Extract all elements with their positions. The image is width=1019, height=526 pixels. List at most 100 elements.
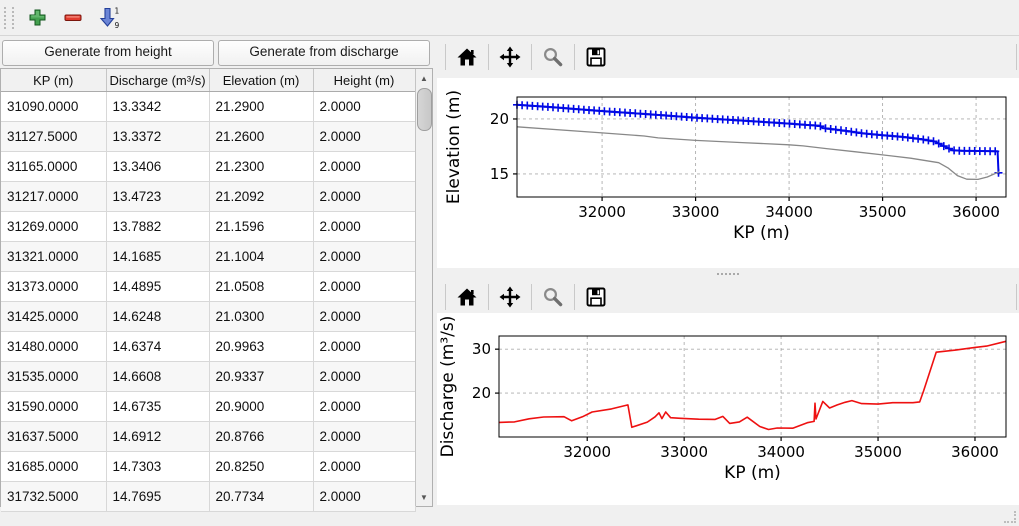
cell-1[interactable]: 13.4723 <box>106 182 209 212</box>
cell-0[interactable]: 31732.5000 <box>1 482 106 512</box>
table-row[interactable]: 31217.000013.472321.20922.0000 <box>1 182 415 212</box>
panel-splitter[interactable] <box>437 268 1019 280</box>
table-header-row: KP (m)Discharge (m³/s)Elevation (m)Heigh… <box>1 69 415 92</box>
sort-badge-1: 1 <box>115 6 120 15</box>
table-row[interactable]: 31590.000014.673520.90002.0000 <box>1 392 415 422</box>
cell-0[interactable]: 31685.0000 <box>1 452 106 482</box>
cell-3[interactable]: 2.0000 <box>313 302 415 332</box>
zoom-button[interactable] <box>540 284 566 310</box>
cell-2[interactable]: 21.1596 <box>209 212 313 242</box>
table-row[interactable]: 31685.000014.730320.82502.0000 <box>1 452 415 482</box>
table-scrollbar[interactable]: ▲ ▼ <box>415 69 432 506</box>
cell-3[interactable]: 2.0000 <box>313 452 415 482</box>
cell-0[interactable]: 31165.0000 <box>1 152 106 182</box>
toolbar-drag-handle[interactable] <box>4 7 14 29</box>
cell-2[interactable]: 20.9000 <box>209 392 313 422</box>
cell-3[interactable]: 2.0000 <box>313 182 415 212</box>
column-header-2[interactable]: Elevation (m) <box>209 69 313 92</box>
pan-button[interactable] <box>497 44 523 70</box>
pan-button[interactable] <box>497 284 523 310</box>
scroll-up-arrow-icon[interactable]: ▲ <box>416 69 432 87</box>
cell-2[interactable]: 21.1004 <box>209 242 313 272</box>
cell-2[interactable]: 21.0300 <box>209 302 313 332</box>
table-row[interactable]: 31165.000013.340621.23002.0000 <box>1 152 415 182</box>
scrollbar-thumb[interactable] <box>417 88 432 131</box>
column-header-1[interactable]: Discharge (m³/s) <box>106 69 209 92</box>
cell-0[interactable]: 31373.0000 <box>1 272 106 302</box>
cell-1[interactable]: 14.6248 <box>106 302 209 332</box>
cell-3[interactable]: 2.0000 <box>313 332 415 362</box>
scroll-down-arrow-icon[interactable]: ▼ <box>416 488 432 506</box>
cell-0[interactable]: 31480.0000 <box>1 332 106 362</box>
cell-1[interactable]: 14.6735 <box>106 392 209 422</box>
save-button[interactable] <box>583 44 609 70</box>
cell-3[interactable]: 2.0000 <box>313 422 415 452</box>
cell-2[interactable]: 21.2300 <box>209 152 313 182</box>
cell-1[interactable]: 13.3406 <box>106 152 209 182</box>
save-button[interactable] <box>583 284 609 310</box>
table-row[interactable]: 31321.000014.168521.10042.0000 <box>1 242 415 272</box>
generate-from-height-button[interactable]: Generate from height <box>2 40 214 66</box>
cell-1[interactable]: 14.7303 <box>106 452 209 482</box>
save-icon <box>585 286 607 308</box>
cell-0[interactable]: 31590.0000 <box>1 392 106 422</box>
app-toolbar: 1 9 <box>0 0 1019 36</box>
table-row[interactable]: 31480.000014.637420.99632.0000 <box>1 332 415 362</box>
cell-1[interactable]: 14.4895 <box>106 272 209 302</box>
table-row[interactable]: 31090.000013.334221.29002.0000 <box>1 92 415 122</box>
cell-1[interactable]: 14.6912 <box>106 422 209 452</box>
column-header-0[interactable]: KP (m) <box>1 69 106 92</box>
cell-2[interactable]: 20.8250 <box>209 452 313 482</box>
cell-3[interactable]: 2.0000 <box>313 92 415 122</box>
cell-1[interactable]: 14.6608 <box>106 362 209 392</box>
cell-3[interactable]: 2.0000 <box>313 482 415 512</box>
cell-3[interactable]: 2.0000 <box>313 272 415 302</box>
add-row-button[interactable] <box>22 4 52 32</box>
cell-1[interactable]: 13.3342 <box>106 92 209 122</box>
table-row[interactable]: 31732.500014.769520.77342.0000 <box>1 482 415 512</box>
home-button[interactable] <box>454 284 480 310</box>
column-header-3[interactable]: Height (m) <box>313 69 415 92</box>
cell-3[interactable]: 2.0000 <box>313 242 415 272</box>
cell-2[interactable]: 20.7734 <box>209 482 313 512</box>
cell-0[interactable]: 31321.0000 <box>1 242 106 272</box>
zoom-button[interactable] <box>540 44 566 70</box>
elevation-plot-canvas[interactable]: 32000330003400035000360001520KP (m)Eleva… <box>437 78 1019 268</box>
home-button[interactable] <box>454 44 480 70</box>
cell-3[interactable]: 2.0000 <box>313 122 415 152</box>
cell-3[interactable]: 2.0000 <box>313 212 415 242</box>
cell-2[interactable]: 20.8766 <box>209 422 313 452</box>
table-row[interactable]: 31269.000013.788221.15962.0000 <box>1 212 415 242</box>
cell-1[interactable]: 13.7882 <box>106 212 209 242</box>
cell-0[interactable]: 31127.5000 <box>1 122 106 152</box>
cell-3[interactable]: 2.0000 <box>313 392 415 422</box>
cell-0[interactable]: 31217.0000 <box>1 182 106 212</box>
sort-button[interactable]: 1 9 <box>94 4 124 32</box>
cell-2[interactable]: 21.2600 <box>209 122 313 152</box>
cell-0[interactable]: 31090.0000 <box>1 92 106 122</box>
cell-0[interactable]: 31637.5000 <box>1 422 106 452</box>
cell-0[interactable]: 31535.0000 <box>1 362 106 392</box>
cell-1[interactable]: 13.3372 <box>106 122 209 152</box>
cell-2[interactable]: 20.9337 <box>209 362 313 392</box>
cell-1[interactable]: 14.6374 <box>106 332 209 362</box>
cell-3[interactable]: 2.0000 <box>313 362 415 392</box>
generate-from-discharge-button[interactable]: Generate from discharge <box>218 40 430 66</box>
cell-1[interactable]: 14.1685 <box>106 242 209 272</box>
window-resize-grip[interactable] <box>1004 511 1016 523</box>
cell-2[interactable]: 21.2092 <box>209 182 313 212</box>
table-row[interactable]: 31637.500014.691220.87662.0000 <box>1 422 415 452</box>
cell-2[interactable]: 21.0508 <box>209 272 313 302</box>
discharge-plot-canvas[interactable]: 32000330003400035000360002030KP (m)Disch… <box>437 313 1019 505</box>
table-row[interactable]: 31535.000014.660820.93372.0000 <box>1 362 415 392</box>
cell-3[interactable]: 2.0000 <box>313 152 415 182</box>
table-row[interactable]: 31127.500013.337221.26002.0000 <box>1 122 415 152</box>
table-row[interactable]: 31425.000014.624821.03002.0000 <box>1 302 415 332</box>
table-row[interactable]: 31373.000014.489521.05082.0000 <box>1 272 415 302</box>
cell-2[interactable]: 20.9963 <box>209 332 313 362</box>
cell-2[interactable]: 21.2900 <box>209 92 313 122</box>
cell-1[interactable]: 14.7695 <box>106 482 209 512</box>
cell-0[interactable]: 31425.0000 <box>1 302 106 332</box>
remove-row-button[interactable] <box>58 4 88 32</box>
cell-0[interactable]: 31269.0000 <box>1 212 106 242</box>
